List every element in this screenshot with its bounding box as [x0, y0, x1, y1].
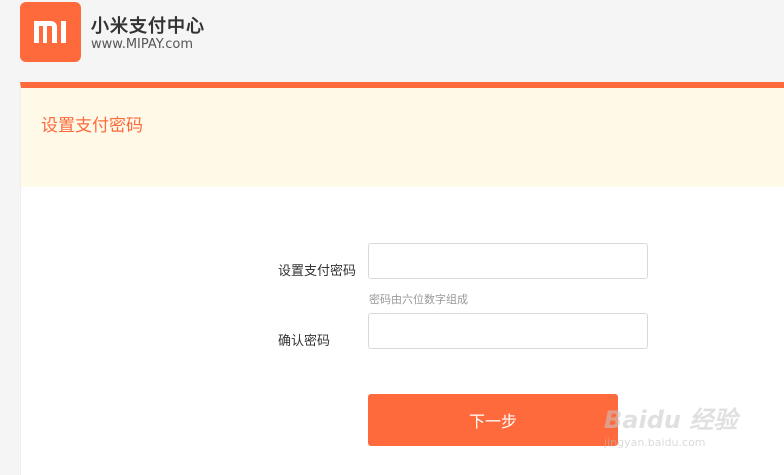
password-label: 设置支付密码: [278, 264, 357, 279]
brand-title: 小米支付中心: [91, 16, 205, 37]
confirm-password-input[interactable]: [368, 313, 648, 349]
mi-logo[interactable]: [20, 2, 81, 62]
password-hint: 密码由六位数字组成: [369, 293, 468, 306]
next-step-button[interactable]: 下一步: [368, 394, 618, 446]
brand-url: www.MIPAY.com: [91, 37, 193, 52]
banner: 设置支付密码: [21, 88, 784, 187]
password-input[interactable]: [368, 243, 648, 279]
confirm-password-label: 确认密码: [278, 334, 331, 349]
watermark-url: jingyan.baidu.com: [604, 436, 706, 449]
banner-title: 设置支付密码: [41, 116, 143, 136]
baidu-jingyan-watermark: Baidu 经验 jingyan.baidu.com: [596, 390, 746, 460]
page-header: 小米支付中心 www.MIPAY.com: [0, 0, 784, 82]
watermark-logo: Baidu 经验: [604, 406, 738, 434]
mi-logo-icon: [34, 21, 66, 43]
